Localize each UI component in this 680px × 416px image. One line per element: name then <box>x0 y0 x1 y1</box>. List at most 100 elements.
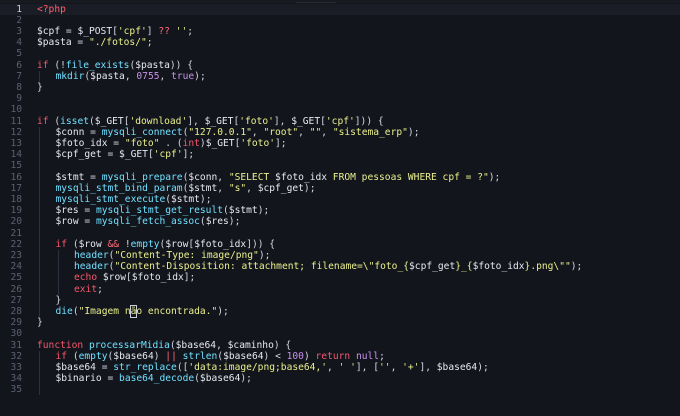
code-line[interactable]: 18 mysqli_stmt_execute($stmt); <box>0 194 680 205</box>
code-editor[interactable]: 1 <?php 2 3 $cpf = $_POST['cpf'] ?? ''; 4 $pas… <box>0 0 680 416</box>
line-number: 24 <box>10 261 22 273</box>
line-number: 21 <box>10 227 22 239</box>
code-line[interactable]: 9 <box>0 93 680 104</box>
code-token: ], [ <box>355 361 379 373</box>
code-line[interactable]: 35 <box>0 384 680 395</box>
code-line[interactable]: 11 if (isset($_GET['download'], $_GET['fo… <box>0 116 680 127</box>
code-token: mysqli_prepare <box>101 171 183 183</box>
code-line[interactable]: 2 <box>0 15 680 26</box>
code-token: = <box>60 25 78 37</box>
code-token: } <box>37 317 43 329</box>
code-line[interactable]: 16 $stmt = mysqli_prepare($conn, "SELECT … <box>0 172 680 183</box>
code-token: $res <box>55 205 79 217</box>
code-token: $foto_idx <box>275 171 328 183</box>
code-line[interactable]: 23 header("Content-Type: image/png"); <box>0 250 680 261</box>
line-number: 34 <box>10 373 22 385</box>
code-token: processarMidia <box>89 339 170 351</box>
indent-guide <box>39 350 40 396</box>
code-line[interactable]: 30 <box>0 328 680 339</box>
code-line[interactable]: 29} <box>0 317 680 328</box>
code-line[interactable]: 7 mkdir($pasta, 0755, true); <box>0 71 680 82</box>
code-token: mysqli_stmt_bind_param <box>55 182 183 194</box>
code-token: )) { <box>169 59 193 71</box>
code-token: mkdir <box>55 70 85 82</box>
code-text: echo $row[$foto_idx]; <box>74 272 195 283</box>
code-token: ); <box>477 361 489 373</box>
line-number: 28 <box>10 305 22 317</box>
code-line[interactable]: 19 $res = mysqli_stmt_get_result($stmt); <box>0 205 680 216</box>
code-line[interactable]: 5 <box>0 48 680 59</box>
code-token: mysqli_stmt_execute <box>55 193 166 205</box>
code-token: ) < <box>263 350 287 362</box>
code-line[interactable]: 26 exit; <box>0 284 680 295</box>
code-token: ( <box>48 115 61 127</box>
code-line[interactable]: 22 if ($row && !empty($row[$foto_idx])) { <box>0 239 680 250</box>
code-token: $foto_idx <box>131 272 184 284</box>
line-number: 16 <box>10 171 22 183</box>
code-line[interactable]: 13 $foto_idx = "foto" . (int)$_GET['foto'… <box>0 138 680 149</box>
code-token: $cpf_get <box>257 182 304 194</box>
code-line[interactable]: 32 if (empty($base64) || strlen($base64) … <box>0 351 680 362</box>
code-token: , <box>246 182 258 194</box>
code-token: int <box>182 137 200 149</box>
code-line[interactable]: 20 $row = mysqli_fetch_assoc($res); <box>0 216 680 227</box>
code-line[interactable]: 6 if (!file_exists($pasta)) { <box>0 60 680 71</box>
code-token: 'data:image/png;base64,' <box>188 361 327 373</box>
code-line[interactable]: 27} <box>0 295 680 306</box>
code-token: $_POST <box>77 25 113 37</box>
code-line[interactable]: 24 header("Content-Disposition: attachmen… <box>0 261 680 272</box>
line-number: 9 <box>16 93 22 105</box>
code-line[interactable]: 28 die("Imagem não encontrada."); <box>0 304 680 319</box>
code-token: $res <box>205 216 229 228</box>
code-token: "root" <box>263 126 299 138</box>
code-token: $foto_idx <box>472 261 525 273</box>
code-token: null <box>355 350 380 362</box>
code-token: = <box>84 126 102 138</box>
code-line[interactable]: 17 mysqli_stmt_bind_param($stmt, "s", $cp… <box>0 183 680 194</box>
line-number: 4 <box>16 37 22 49</box>
code-token: ?? <box>158 25 170 37</box>
code-line[interactable]: 21 <box>0 228 680 239</box>
line-number: 14 <box>10 149 22 161</box>
code-line[interactable]: 31 function processarMidia($base64, $cami… <box>0 340 680 351</box>
code-token: ); <box>570 261 583 273</box>
code-token: && <box>107 238 120 250</box>
code-token: }_{ <box>455 261 473 273</box>
code-token: ]; <box>183 272 196 284</box>
code-line[interactable]: 25 echo $row[$foto_idx]; <box>0 272 680 283</box>
code-token: ( <box>67 238 79 250</box>
code-line[interactable]: 8} <box>0 82 680 93</box>
code-token: file_exists <box>65 59 130 71</box>
code-line[interactable]: 10 <box>0 104 680 115</box>
code-line[interactable]: 12 $conn = mysqli_connect("127.0.0.1", "r… <box>0 127 680 138</box>
code-line[interactable]: 4 $pasta = "./fotos/"; <box>0 37 680 48</box>
code-line[interactable]: 3 $cpf = $_POST['cpf'] ?? ''; <box>0 26 680 37</box>
code-token: ([ <box>176 361 189 373</box>
code-text: header("Content-Disposition: attachment;… <box>74 261 582 272</box>
code-token: ]; <box>275 137 287 149</box>
code-token: $row <box>102 272 126 284</box>
code-token: 'cpf' <box>153 149 183 161</box>
line-number: 12 <box>10 126 22 138</box>
code-line[interactable]: 15 <box>0 160 680 171</box>
code-line[interactable]: 14 $cpf_get = $_GET['cpf']; <box>0 149 680 160</box>
line-number: 19 <box>10 205 22 217</box>
code-line[interactable]: 1 <?php <box>0 3 680 15</box>
code-text: if ($row && !empty($row[$foto_idx])) { <box>56 239 276 250</box>
code-token: '' <box>379 361 391 373</box>
code-text: } <box>37 82 43 93</box>
code-token: ! <box>119 238 131 250</box>
code-line[interactable]: 34 $binario = base64_decode($base64); <box>0 373 680 384</box>
code-token: ]; <box>182 149 195 161</box>
code-token: <?php <box>37 3 66 15</box>
code-text: if (empty($base64) || strlen($base64) < … <box>56 351 385 362</box>
code-token: "sistema_erp" <box>332 126 408 138</box>
code-token: $_GET <box>94 115 124 127</box>
code-token: $_GET <box>204 115 234 127</box>
code-token: ); <box>194 70 206 82</box>
line-number: 1 <box>16 3 22 15</box>
line-number: 13 <box>10 137 22 149</box>
code-token: "Content-Disposition: attachment; filena… <box>114 261 410 273</box>
code-token: empty <box>78 350 108 362</box>
code-line[interactable]: 33 $base64 = str_replace(['data:image/png… <box>0 362 680 373</box>
